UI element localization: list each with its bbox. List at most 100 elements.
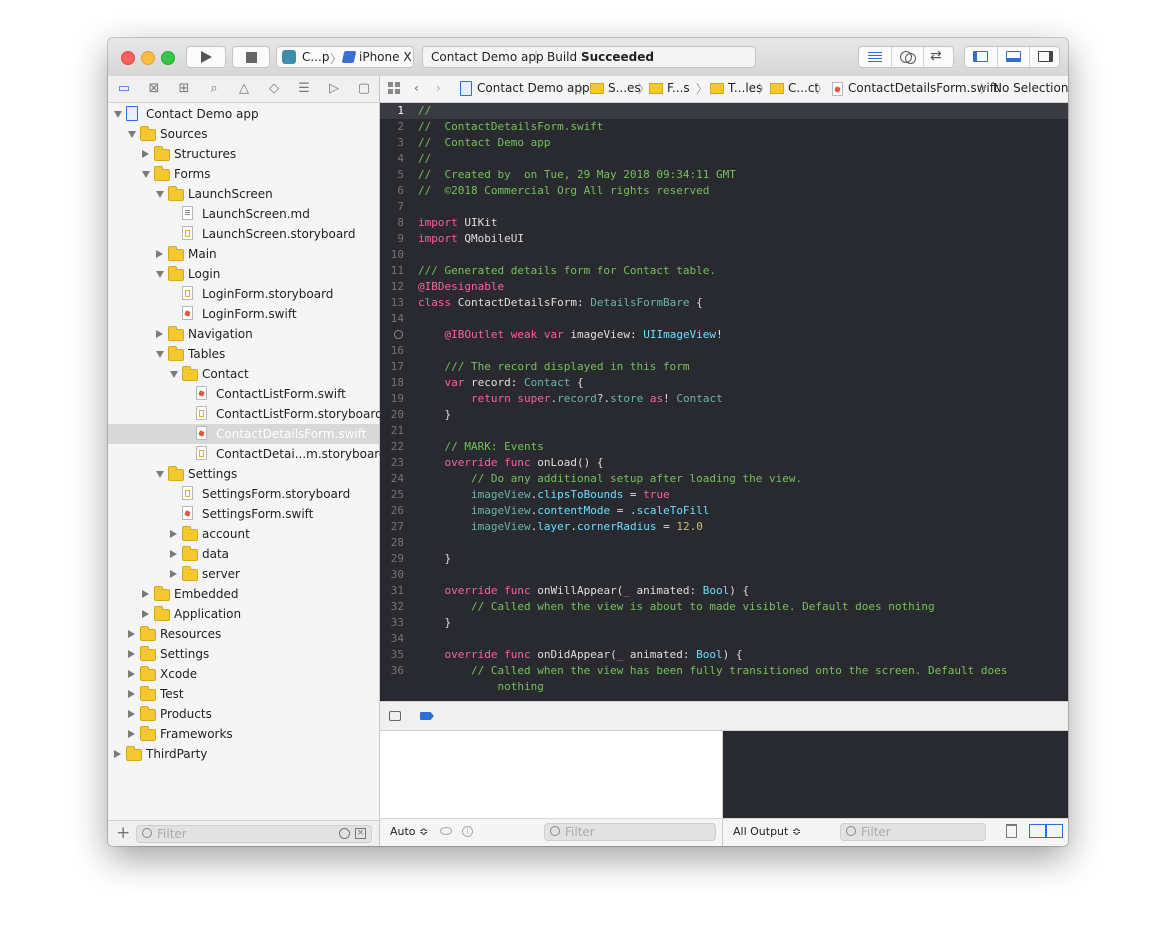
code-line[interactable]: 12 @IBDesignable — [380, 279, 1068, 295]
tree-folder-row[interactable]: Resources — [108, 624, 379, 644]
back-icon[interactable]: ‹ — [414, 81, 419, 95]
tree-folder-row[interactable]: Contact Demo app — [108, 104, 379, 124]
disclosure-open-icon[interactable] — [114, 111, 122, 118]
disclosure-closed-icon[interactable] — [156, 330, 163, 338]
run-button[interactable] — [186, 46, 226, 68]
breadcrumb-forms[interactable]: F...s — [667, 81, 690, 95]
code-line[interactable]: 17 /// The record displayed in this form — [380, 359, 1068, 375]
navigator-filter-field[interactable]: Filter × — [136, 825, 372, 843]
tree-folder-row[interactable]: Products — [108, 704, 379, 724]
code-line[interactable]: 26 imageView.contentMode = .scaleToFill — [380, 503, 1068, 519]
tree-folder-row[interactable]: Application — [108, 604, 379, 624]
search-icon[interactable]: ⌕ — [206, 81, 222, 97]
related-items-icon[interactable] — [388, 82, 400, 94]
code-line[interactable]: 3 // Contact Demo app — [380, 135, 1068, 151]
code-line[interactable]: 33 } — [380, 615, 1068, 631]
trash-icon[interactable] — [1006, 824, 1017, 838]
tree-folder-row[interactable]: ThirdParty — [108, 744, 379, 764]
code-line[interactable]: 30 — [380, 567, 1068, 583]
tree-folder-row[interactable]: LaunchScreen — [108, 184, 379, 204]
scheme-selector[interactable]: C...p 〉 iPhone X — [276, 46, 414, 68]
code-line[interactable]: 5 // Created by on Tue, 29 May 2018 09:34… — [380, 167, 1068, 183]
code-line[interactable]: 34 — [380, 631, 1068, 647]
disclosure-closed-icon[interactable] — [128, 710, 135, 718]
report-icon[interactable]: ▢ — [356, 81, 372, 97]
disclosure-open-icon[interactable] — [142, 171, 150, 178]
disclosure-closed-icon[interactable] — [142, 610, 149, 618]
tree-folder-row[interactable]: Frameworks — [108, 724, 379, 744]
code-line[interactable]: 24 // Do any additional setup after load… — [380, 471, 1068, 487]
code-line[interactable]: 27 imageView.layer.cornerRadius = 12.0 — [380, 519, 1068, 535]
breakpoint-icon[interactable]: ▷ — [326, 81, 342, 97]
code-line[interactable]: 7 — [380, 199, 1068, 215]
code-line[interactable]: 13 class ContactDetailsForm: DetailsFormB… — [380, 295, 1068, 311]
tree-folder-row[interactable]: Contact — [108, 364, 379, 384]
code-line[interactable]: 16 — [380, 343, 1068, 359]
test-icon[interactable]: ◇ — [266, 81, 282, 97]
tree-folder-row[interactable]: Forms — [108, 164, 379, 184]
variables-scope-select[interactable]: Auto ≎ — [390, 825, 428, 838]
scheme-name[interactable]: C...p — [302, 50, 329, 64]
code-line[interactable]: 21 — [380, 423, 1068, 439]
tree-folder-row[interactable]: server — [108, 564, 379, 584]
minimize-window-button[interactable] — [141, 51, 155, 65]
breakpoints-toggle-icon[interactable] — [420, 712, 434, 720]
disclosure-closed-icon[interactable] — [170, 530, 177, 538]
tree-folder-row[interactable]: account — [108, 524, 379, 544]
breadcrumb-project[interactable]: Contact Demo app — [477, 81, 590, 95]
code-line[interactable]: @IBOutlet weak var imageView: UIImageVie… — [380, 327, 1068, 343]
symbol-icon[interactable]: ⊞ — [176, 81, 192, 97]
add-file-icon[interactable]: + — [116, 823, 130, 843]
code-line[interactable]: 2 // ContactDetailsForm.swift — [380, 119, 1068, 135]
disclosure-open-icon[interactable] — [156, 351, 164, 358]
tree-folder-row[interactable]: Sources — [108, 124, 379, 144]
disclosure-closed-icon[interactable] — [156, 250, 163, 258]
assistant-editor-button[interactable] — [891, 47, 924, 67]
console-view[interactable] — [723, 731, 1068, 818]
disclosure-closed-icon[interactable] — [142, 150, 149, 158]
tree-file-row[interactable]: ContactDetai...m.storyboard — [108, 444, 387, 464]
tree-folder-row[interactable]: Main — [108, 244, 379, 264]
code-line[interactable]: 10 — [380, 247, 1068, 263]
disclosure-closed-icon[interactable] — [170, 550, 177, 558]
disclosure-open-icon[interactable] — [156, 191, 164, 198]
code-line[interactable]: 18 var record: Contact { — [380, 375, 1068, 391]
debug-icon[interactable]: ☰ — [296, 81, 312, 97]
code-line[interactable]: 35 override func onDidAppear(_ animated:… — [380, 647, 1068, 663]
disclosure-closed-icon[interactable] — [170, 570, 177, 578]
code-line[interactable]: 19 return super.record?.store as! Contac… — [380, 391, 1068, 407]
close-window-button[interactable] — [121, 51, 135, 65]
code-line[interactable]: 9 import QMobileUI — [380, 231, 1068, 247]
tree-file-row[interactable]: ContactListForm.swift — [108, 384, 379, 404]
tree-file-row[interactable]: SettingsForm.swift — [108, 504, 379, 524]
stop-button[interactable] — [232, 46, 270, 68]
tree-file-row[interactable]: SettingsForm.storyboard — [108, 484, 379, 504]
breadcrumb-selection[interactable]: No Selection — [993, 81, 1068, 95]
code-line[interactable]: 11 /// Generated details form for Contact… — [380, 263, 1068, 279]
split-panes-icon[interactable] — [1029, 824, 1063, 838]
hide-debug-area-icon[interactable] — [389, 711, 401, 721]
tree-folder-row[interactable]: Test — [108, 684, 379, 704]
disclosure-closed-icon[interactable] — [128, 730, 135, 738]
forward-icon[interactable]: › — [436, 81, 441, 95]
code-line[interactable]: nothing — [380, 679, 1068, 695]
disclosure-closed-icon[interactable] — [128, 630, 135, 638]
eye-icon[interactable] — [440, 827, 452, 835]
disclosure-closed-icon[interactable] — [128, 690, 135, 698]
tree-folder-row[interactable]: Structures — [108, 144, 379, 164]
tree-folder-row[interactable]: data — [108, 544, 379, 564]
code-line[interactable]: 23 override func onLoad() { — [380, 455, 1068, 471]
toggle-debug-area-button[interactable] — [997, 47, 1030, 67]
device-name[interactable]: iPhone X — [359, 50, 412, 64]
disclosure-closed-icon[interactable] — [142, 590, 149, 598]
code-line[interactable]: 20 } — [380, 407, 1068, 423]
info-icon[interactable]: i — [462, 826, 473, 837]
recent-files-icon[interactable] — [339, 828, 350, 839]
disclosure-closed-icon[interactable] — [128, 650, 135, 658]
code-line[interactable]: 22 // MARK: Events — [380, 439, 1068, 455]
code-line[interactable]: 36 // Called when the view has been full… — [380, 663, 1068, 679]
tree-folder-row[interactable]: Settings — [108, 464, 379, 484]
tree-file-row[interactable]: LoginForm.storyboard — [108, 284, 379, 304]
tree-folder-row[interactable]: Settings — [108, 644, 379, 664]
code-line[interactable]: 29 } — [380, 551, 1068, 567]
